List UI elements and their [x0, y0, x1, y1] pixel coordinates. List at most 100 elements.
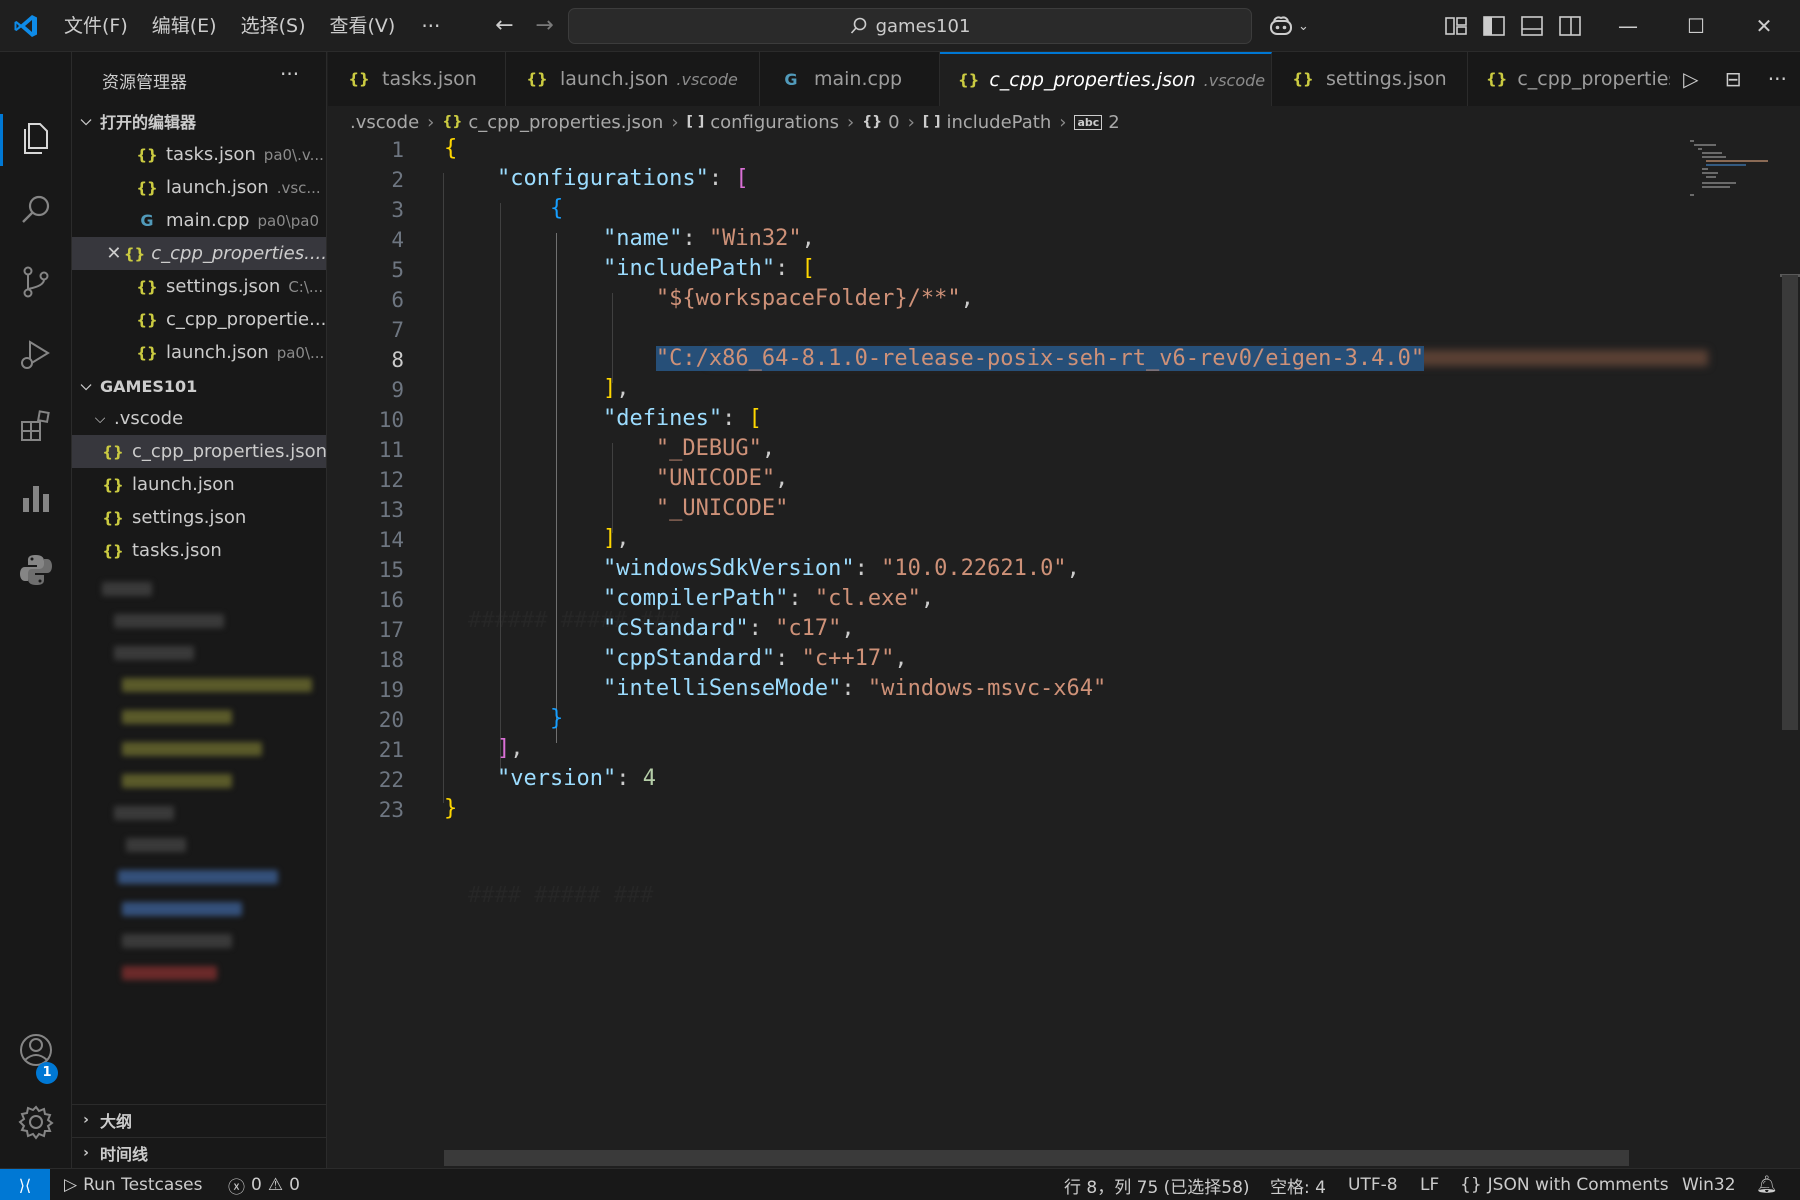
language-mode[interactable]: {} JSON with Comments: [1460, 1169, 1669, 1200]
python-icon[interactable]: [16, 550, 56, 590]
blurred-tree-item: [122, 902, 242, 916]
timeline-header[interactable]: › 时间线: [72, 1137, 326, 1167]
menu-file[interactable]: 文件(F): [52, 0, 140, 52]
gear-icon[interactable]: [16, 1102, 56, 1142]
tab-launch-json[interactable]: {} launch.json .vscode: [506, 52, 760, 106]
encoding[interactable]: UTF-8: [1348, 1169, 1398, 1200]
chevron-right-icon: ›: [907, 111, 915, 133]
code-line-23: }: [444, 796, 458, 821]
line-number: 3: [391, 198, 404, 222]
cpp-configuration[interactable]: Win32: [1682, 1169, 1736, 1200]
chevron-right-icon: ›: [83, 1144, 89, 1161]
open-editor-item[interactable]: {} launch.json .vsc...: [72, 171, 326, 204]
open-editor-item[interactable]: {} launch.json pa0\...: [72, 336, 326, 369]
breadcrumb-item[interactable]: c_cpp_properties.json: [468, 112, 663, 133]
maximize-icon[interactable]: ☐: [1662, 0, 1730, 52]
line-number: 18: [378, 648, 404, 672]
json-file-icon: {}: [136, 343, 158, 362]
breadcrumb-item[interactable]: 2: [1108, 112, 1119, 133]
problems-indicator[interactable]: ⓧ 0 ⚠ 0: [228, 1169, 300, 1200]
run-icon[interactable]: ▷: [1683, 67, 1698, 91]
breadcrumb-item[interactable]: configurations: [710, 112, 839, 133]
json-file-icon: {}: [102, 508, 124, 527]
more-actions-icon[interactable]: ···: [1768, 67, 1787, 91]
cursor-position[interactable]: 行 8，列 75 (已选择58): [1064, 1169, 1250, 1200]
tab-main-cpp[interactable]: G main.cpp: [760, 52, 940, 106]
forward-arrow-icon[interactable]: →: [524, 13, 564, 38]
horizontal-scrollbar-thumb[interactable]: [444, 1150, 1629, 1166]
menu-view[interactable]: 查看(V): [318, 0, 408, 52]
remote-indicator-icon[interactable]: ⟩⟨: [0, 1169, 50, 1200]
open-editor-item-active[interactable]: ✕ {} c_cpp_properties....: [72, 237, 326, 270]
extensions-icon[interactable]: [16, 406, 56, 446]
chevron-right-icon: ›: [1059, 111, 1067, 133]
toggle-secondary-sidebar-icon[interactable]: [1556, 12, 1584, 40]
tree-file-item[interactable]: {} settings.json: [72, 501, 326, 534]
line-number: 1: [391, 138, 404, 162]
breadcrumb-item[interactable]: .vscode: [350, 112, 419, 133]
minimap[interactable]: [1688, 138, 1778, 198]
tab-c-cpp-properties-2[interactable]: {} c_cpp_properties.: [1468, 52, 1670, 106]
tree-file-item-active[interactable]: {} c_cpp_properties.json: [72, 435, 326, 468]
line-number: 10: [378, 408, 404, 432]
open-editor-item[interactable]: G main.cpp pa0\pa0: [72, 204, 326, 237]
open-editors-title: 打开的编辑器: [100, 113, 197, 132]
chart-icon[interactable]: [16, 478, 56, 518]
minimize-icon[interactable]: —: [1594, 0, 1662, 52]
line-number: 11: [378, 438, 404, 462]
tab-c-cpp-properties-active[interactable]: {} c_cpp_properties.json .vscode ✕: [940, 52, 1272, 106]
split-editor-icon[interactable]: ⊟: [1725, 67, 1742, 91]
toggle-primary-sidebar-icon[interactable]: [1480, 12, 1508, 40]
customize-layout-icon[interactable]: [1442, 12, 1470, 40]
code-line-21: ],: [496, 736, 524, 761]
workspace-header[interactable]: ⌵ GAMES101: [72, 371, 326, 401]
menu-more-button[interactable]: ···: [407, 14, 454, 38]
run-testcases-button[interactable]: ▷ Run Testcases: [64, 1169, 203, 1200]
back-arrow-icon[interactable]: ←: [484, 13, 524, 38]
line-number: 7: [391, 318, 404, 342]
close-window-icon[interactable]: ✕: [1730, 0, 1798, 52]
blurred-tree-item: [122, 710, 232, 724]
copilot-button[interactable]: ⌄: [1268, 10, 1309, 42]
run-debug-icon[interactable]: [16, 334, 56, 374]
line-number: 21: [378, 738, 404, 762]
toggle-panel-icon[interactable]: [1518, 12, 1546, 40]
tree-file-item[interactable]: {} launch.json: [72, 468, 326, 501]
tab-settings-json[interactable]: {} settings.json: [1272, 52, 1468, 106]
error-icon: ⓧ: [228, 1177, 245, 1198]
open-editor-item[interactable]: {} c_cpp_propertie...: [72, 303, 326, 336]
code-editor[interactable]: ###### ##### ### #### ##### ### 12345678…: [328, 138, 1778, 1148]
open-editors-header[interactable]: ⌵ 打开的编辑器: [72, 106, 326, 136]
open-editor-item[interactable]: {} tasks.json pa0\.v...: [72, 138, 326, 171]
line-number: 9: [391, 378, 404, 402]
blurred-tree-item: [122, 678, 312, 692]
code-line-8: "C:/x86_64-8.1.0-release-posix-seh-rt_v6…: [444, 346, 1425, 371]
outline-header[interactable]: › 大纲: [72, 1104, 326, 1134]
open-editor-name: launch.json: [166, 342, 269, 363]
explorer-icon[interactable]: [16, 118, 56, 158]
sidebar-more-button[interactable]: ···: [280, 62, 299, 86]
json-file-icon: {}: [136, 178, 158, 197]
indentation[interactable]: 空格: 4: [1270, 1169, 1326, 1200]
warning-icon: ⚠: [267, 1175, 284, 1195]
close-icon[interactable]: ✕: [104, 243, 124, 264]
tab-tasks-json[interactable]: {} tasks.json: [328, 52, 506, 106]
end-of-line[interactable]: LF: [1420, 1169, 1439, 1200]
breadcrumb-item[interactable]: 0: [888, 112, 899, 133]
menu-edit[interactable]: 编辑(E): [140, 0, 229, 52]
tab-desc: .vscode: [676, 69, 738, 89]
json-file-icon: {}: [348, 70, 370, 88]
open-editor-desc: pa0\.v...: [263, 145, 324, 164]
command-center-search[interactable]: games101: [568, 8, 1252, 44]
folder-vscode[interactable]: ⌵ .vscode: [72, 402, 326, 435]
breadcrumb-item[interactable]: includePath: [946, 112, 1051, 133]
tab-label: launch.json: [560, 68, 669, 90]
open-editor-item[interactable]: {} settings.json C:\...: [72, 270, 326, 303]
tree-file-item[interactable]: {} tasks.json: [72, 534, 326, 567]
bell-icon[interactable]: 🔔︎: [1756, 1169, 1778, 1200]
source-control-icon[interactable]: [16, 262, 56, 302]
menu-selection[interactable]: 选择(S): [229, 0, 318, 52]
chevron-down-icon: ⌵: [80, 113, 92, 129]
vertical-scrollbar-thumb[interactable]: [1782, 275, 1798, 730]
search-icon[interactable]: [16, 190, 56, 230]
